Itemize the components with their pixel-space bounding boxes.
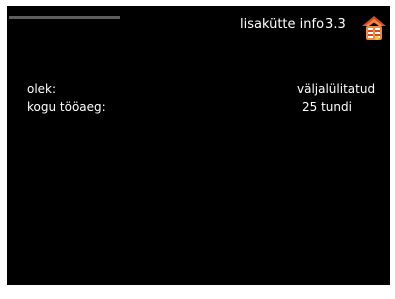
page-title-text: lisakütte info xyxy=(240,17,325,32)
runtime-label: kogu tööaeg: xyxy=(27,100,106,114)
page-title: lisakütte info3.3 xyxy=(240,17,346,33)
status-label: olek: xyxy=(27,82,57,96)
auxiliary-heater-icon xyxy=(360,14,388,42)
menu-number: 3.3 xyxy=(325,17,346,32)
runtime-value: 25 tundi xyxy=(302,100,352,114)
scroll-indicator xyxy=(9,16,120,19)
status-value: väljalülitatud xyxy=(297,82,376,96)
display-screen: lisakütte info3.3 olek: väljalülitatud k… xyxy=(7,6,390,285)
